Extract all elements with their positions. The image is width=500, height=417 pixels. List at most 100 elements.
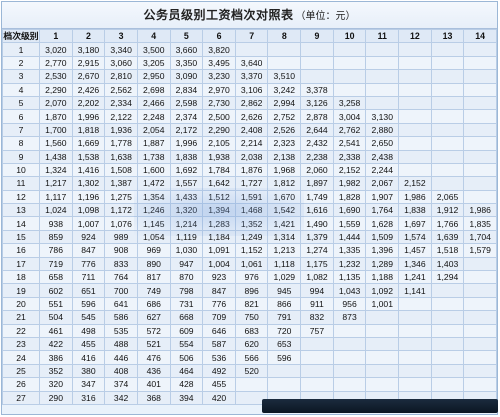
salary-cell xyxy=(430,109,465,124)
salary-cell: 1,690 xyxy=(332,203,367,218)
salary-cell: 786 xyxy=(39,243,73,258)
salary-cell: 498 xyxy=(71,323,106,338)
salary-cell: 554 xyxy=(169,336,204,352)
salary-cell: 1,314 xyxy=(267,229,302,245)
salary-cell: 2,152 xyxy=(398,176,432,191)
salary-cell xyxy=(430,162,465,178)
salary-cell: 347 xyxy=(71,377,106,392)
salary-cell: 1,379 xyxy=(300,229,334,245)
salary-cell xyxy=(463,95,497,111)
salary-cell: 394 xyxy=(169,390,204,405)
salary-cell: 2,172 xyxy=(169,122,204,138)
table-row: 3 2,530 2,670 2,810 2,950 3,090 3,230 3,370 3,51… xyxy=(2,69,497,84)
salary-cell: 1,092 xyxy=(365,283,400,298)
salary-cell: 3,004 xyxy=(332,109,367,124)
salary-cell xyxy=(398,82,432,97)
table-title: 公务员级别工资档次对照表 xyxy=(143,8,294,22)
salary-cell: 817 xyxy=(136,270,171,285)
salary-cell: 520 xyxy=(234,363,269,379)
salary-cell: 1,118 xyxy=(267,256,302,272)
salary-cell: 2,770 xyxy=(39,55,73,71)
salary-cell: 1,986 xyxy=(398,189,432,205)
salary-cell: 1,704 xyxy=(463,229,497,245)
table-row: 26 320 347 374 401 428 455 xyxy=(2,377,497,392)
salary-cell xyxy=(300,69,334,84)
salary-cell: 3,510 xyxy=(267,69,302,84)
salary-cell: 2,878 xyxy=(300,109,334,124)
table-row: 6 1,870 1,996 2,122 2,248 2,374 2,500 2,626 2,75… xyxy=(2,109,497,124)
salary-cell xyxy=(463,162,497,178)
salary-cell xyxy=(463,69,497,84)
salary-cell xyxy=(365,377,400,392)
table-row: 4 2,290 2,426 2,562 2,698 2,834 2,970 3,106 3,24… xyxy=(2,82,497,97)
table-unit: （单位：元） xyxy=(295,11,356,22)
row-level-cell: 12 xyxy=(2,189,40,205)
salary-cell: 776 xyxy=(202,296,236,312)
salary-cell xyxy=(365,323,400,338)
salary-cell: 464 xyxy=(169,363,204,379)
salary-cell: 2,644 xyxy=(300,122,334,138)
salary-cell: 890 xyxy=(136,256,171,272)
salary-cell: 1,283 xyxy=(202,216,236,231)
salary-cell: 866 xyxy=(267,296,302,312)
salary-cell: 602 xyxy=(39,283,73,298)
salary-cell: 386 xyxy=(39,350,73,365)
table-row: 21 504 545 586 627 668 709 750 791 832 873 xyxy=(2,310,497,325)
salary-cell: 1,184 xyxy=(202,229,236,245)
header-cell-grade-3: 3 xyxy=(104,28,138,44)
salary-cell: 651 xyxy=(71,283,106,298)
salary-cell: 1,591 xyxy=(234,189,269,205)
salary-cell xyxy=(398,122,432,138)
row-level-cell: 4 xyxy=(2,82,40,97)
salary-cell: 1,557 xyxy=(169,176,204,191)
salary-cell: 596 xyxy=(71,296,106,312)
salary-cell: 956 xyxy=(332,296,367,312)
salary-cell: 3,495 xyxy=(202,55,236,71)
salary-cell: 847 xyxy=(202,283,236,298)
salary-cell: 3,350 xyxy=(169,55,204,71)
salary-cell: 1,512 xyxy=(202,189,236,205)
table-row: 12 1,117 1,196 1,275 1,354 1,433 1,512 1,591 1,6… xyxy=(2,189,497,205)
salary-cell: 2,438 xyxy=(365,149,400,164)
table-row: 24 386 416 446 476 506 536 566 596 xyxy=(2,350,497,365)
salary-cell: 1,403 xyxy=(430,256,465,272)
salary-cell: 764 xyxy=(104,270,138,285)
salary-cell: 1,289 xyxy=(365,256,400,272)
salary-cell xyxy=(463,136,497,151)
salary-cell xyxy=(463,283,497,298)
salary-cell: 2,950 xyxy=(136,69,171,84)
salary-cell xyxy=(463,270,497,285)
salary-cell: 832 xyxy=(300,310,334,325)
salary-cell xyxy=(332,82,367,97)
salary-cell xyxy=(398,363,432,379)
salary-cell: 2,466 xyxy=(136,95,171,111)
salary-cell: 2,762 xyxy=(332,122,367,138)
row-level-cell: 1 xyxy=(2,42,40,57)
row-level-cell: 8 xyxy=(2,136,40,151)
salary-cell: 1,936 xyxy=(104,122,138,138)
salary-cell: 1,912 xyxy=(430,203,465,218)
salary-cell: 2,562 xyxy=(104,82,138,97)
salary-cell xyxy=(398,95,432,111)
salary-cell: 1,670 xyxy=(267,189,302,205)
salary-cell: 1,119 xyxy=(169,229,204,245)
salary-cell: 1,968 xyxy=(267,162,302,178)
salary-cell: 2,810 xyxy=(104,69,138,84)
salary-cell: 947 xyxy=(169,256,204,272)
row-level-cell: 3 xyxy=(2,69,40,84)
salary-cell: 1,004 xyxy=(202,256,236,272)
salary-cell: 908 xyxy=(104,243,138,258)
grid-body: 1 3,020 3,180 3,340 3,500 3,660 3,820 2 2,770 2,9… xyxy=(2,42,497,405)
salary-cell: 1,213 xyxy=(267,243,302,258)
salary-cell: 1,061 xyxy=(234,256,269,272)
salary-cell: 1,818 xyxy=(71,122,106,138)
salary-cell: 2,334 xyxy=(104,95,138,111)
salary-cell: 1,518 xyxy=(430,243,465,258)
salary-cell: 1,764 xyxy=(365,203,400,218)
salary-cell xyxy=(430,350,465,365)
salary-cell xyxy=(430,82,465,97)
salary-cell: 1,246 xyxy=(136,203,171,218)
salary-cell: 791 xyxy=(267,310,302,325)
salary-cell: 1,098 xyxy=(71,203,106,218)
salary-cell: 342 xyxy=(104,390,138,405)
